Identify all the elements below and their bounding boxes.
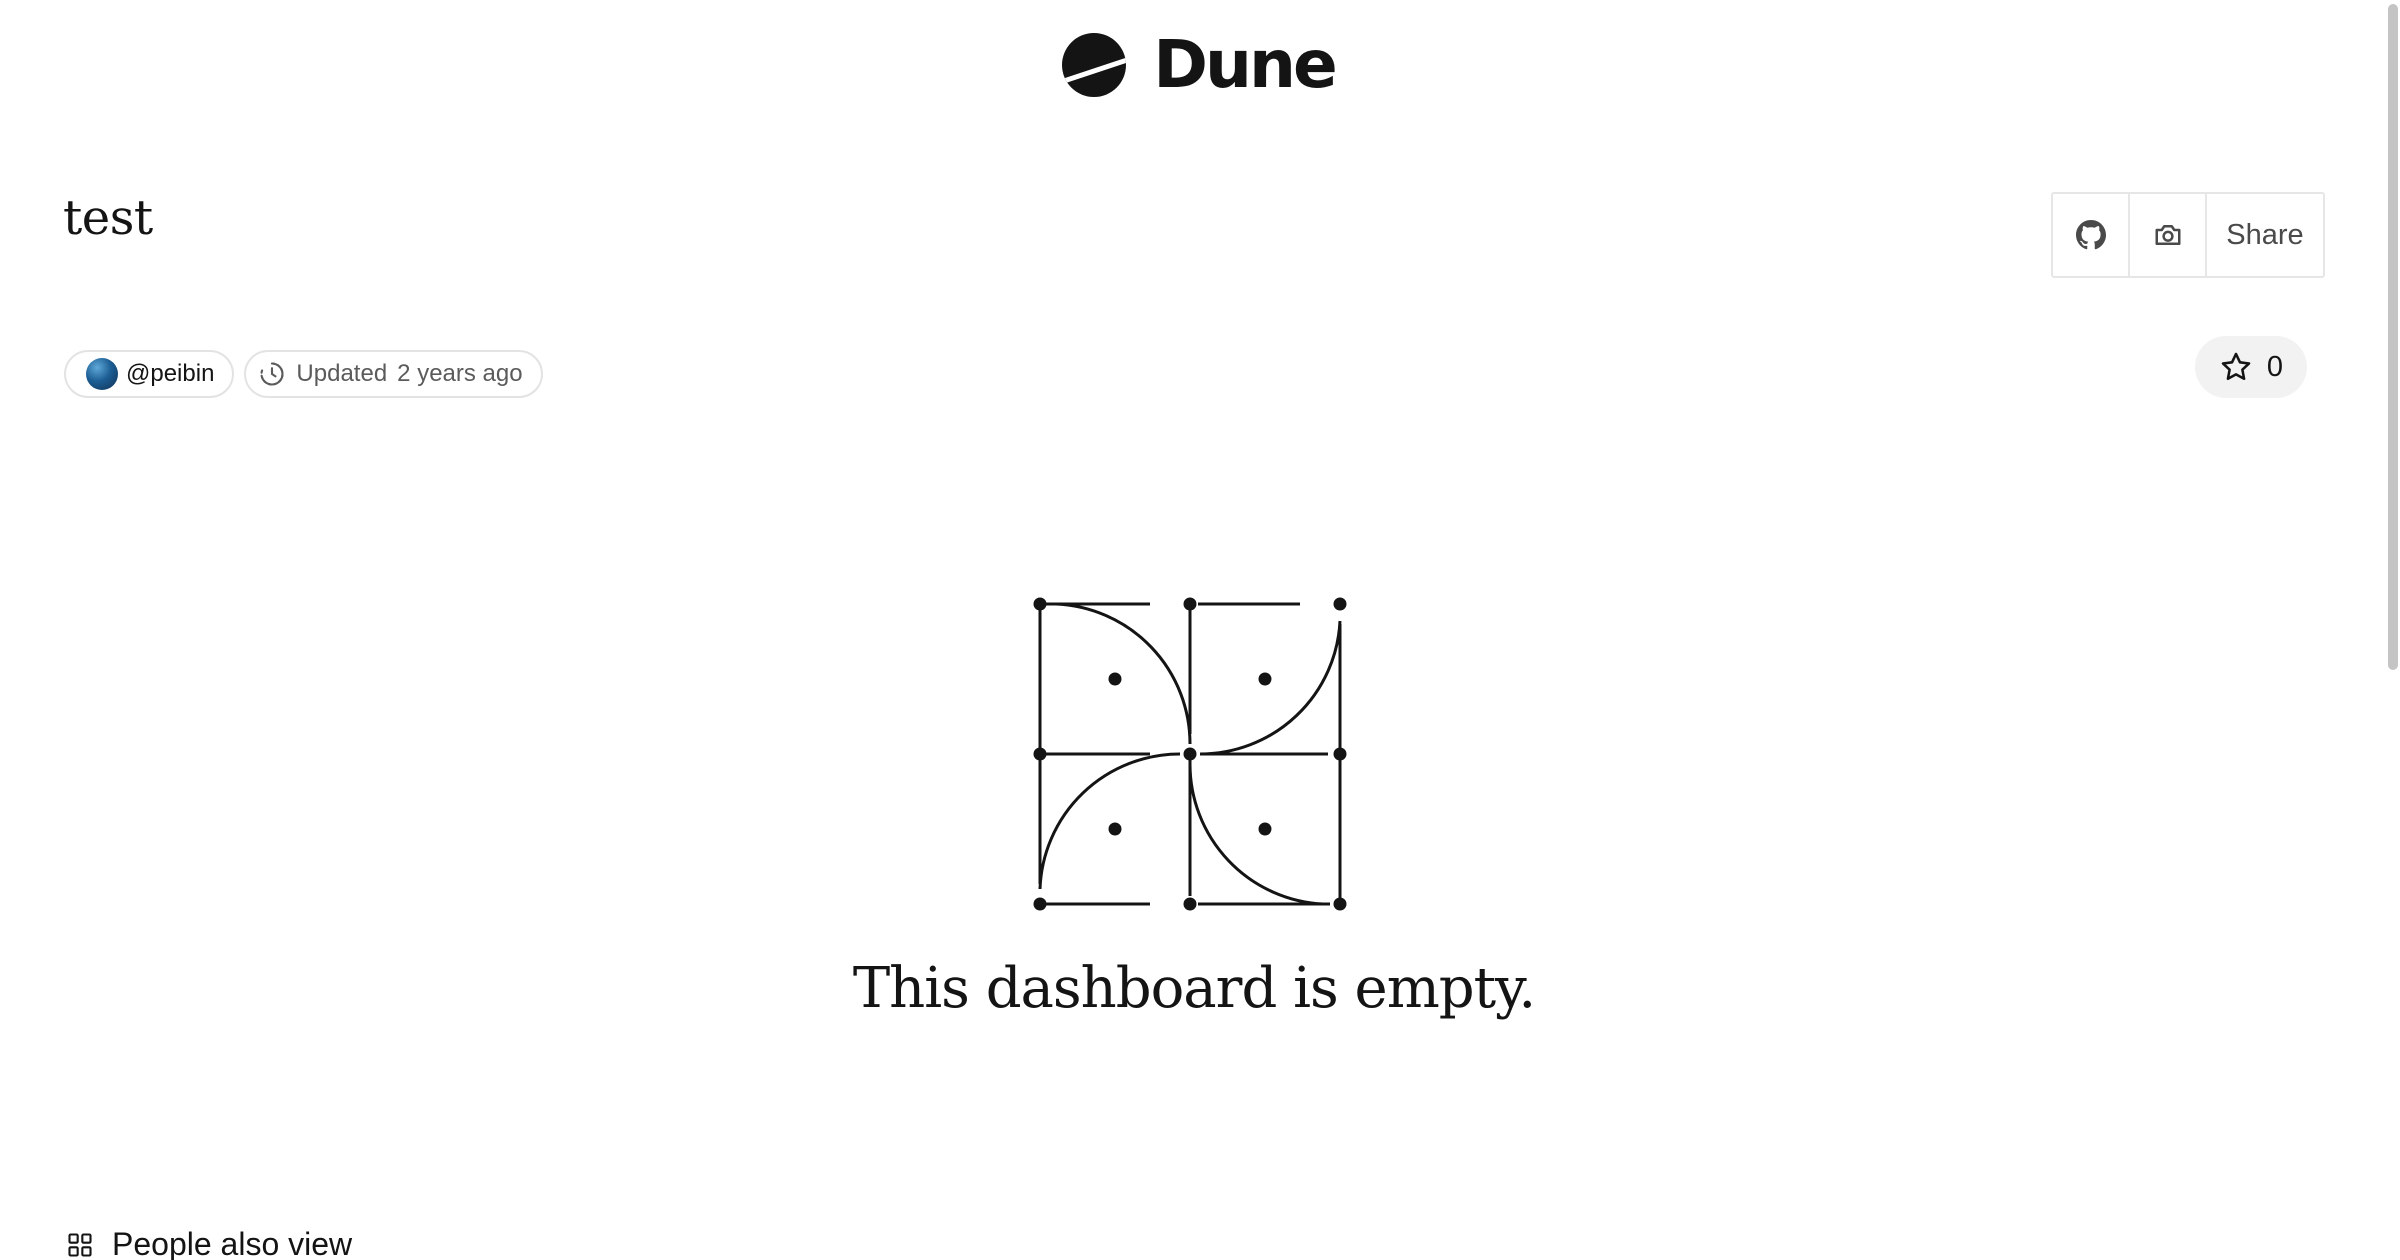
clock-icon xyxy=(260,362,284,386)
star-icon xyxy=(2221,352,2251,381)
share-button[interactable]: Share xyxy=(2207,194,2323,276)
empty-dashboard-illustration xyxy=(1033,597,1347,911)
brand-name: Dune xyxy=(1153,26,1338,103)
updated-time: 2 years ago xyxy=(397,360,523,387)
avatar xyxy=(86,358,118,390)
updated-label: Updated xyxy=(296,360,388,387)
dashboard-title: test xyxy=(63,190,153,246)
github-icon xyxy=(2075,220,2106,250)
author-name: @peibin xyxy=(126,360,215,387)
updated-chip: Updated 2 years ago xyxy=(244,350,543,398)
people-also-view-label: People also view xyxy=(112,1226,353,1260)
site-header: Dune xyxy=(0,0,2400,130)
empty-state-message: This dashboard is empty. xyxy=(852,956,1536,1021)
github-button[interactable] xyxy=(2053,194,2130,276)
star-count: 0 xyxy=(2266,350,2284,383)
dashboard-actions: Share xyxy=(2051,192,2325,278)
people-also-view-heading: People also view xyxy=(66,1226,352,1260)
dune-logo-icon xyxy=(1062,33,1127,97)
screenshot-button[interactable] xyxy=(2130,194,2207,276)
scrollbar-thumb[interactable] xyxy=(2388,4,2398,670)
camera-icon xyxy=(2155,225,2180,245)
brand-link[interactable]: Dune xyxy=(1061,26,1338,103)
dashboard-meta: @peibin Updated 2 years ago xyxy=(64,350,543,398)
star-button[interactable]: 0 xyxy=(2195,336,2307,398)
grid-icon xyxy=(68,1232,92,1257)
author-chip[interactable]: @peibin xyxy=(64,350,235,398)
dashboard-page: Dune test Share @peibin Updated 2 years … xyxy=(0,0,2400,1260)
page-scrollbar[interactable] xyxy=(2386,0,2400,1260)
